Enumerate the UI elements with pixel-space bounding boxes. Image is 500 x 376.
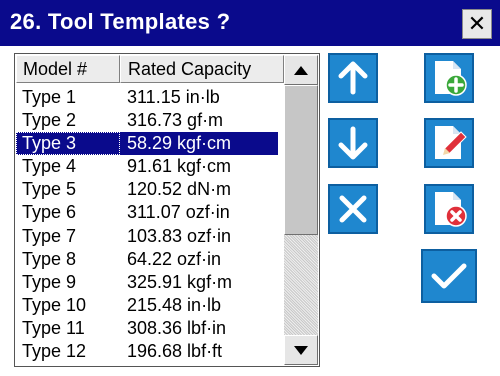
- scroll-down-arrow-icon: [294, 345, 308, 355]
- capacity-cell: 215.48 in·lb: [127, 294, 222, 315]
- model-cell: Type 7: [22, 225, 77, 246]
- model-cell: Type 11: [22, 317, 85, 338]
- capacity-cell: 311.15 in·lb: [127, 87, 220, 107]
- table-row[interactable]: Type 4 91.61 kgf·cm: [16, 155, 284, 178]
- window-title: 26. Tool Templates ?: [10, 9, 231, 34]
- document-edit-icon: [435, 126, 467, 159]
- list-header: Model # Rated Capacity: [16, 55, 284, 83]
- model-cell: Type 8: [22, 248, 77, 269]
- tool-templates-list[interactable]: Model # Rated Capacity Type 1 311.15 in·l…: [14, 53, 320, 367]
- add-template-button[interactable]: [424, 53, 474, 103]
- column-header-rated-capacity[interactable]: Rated Capacity: [120, 55, 284, 83]
- move-up-button[interactable]: [328, 53, 378, 103]
- capacity-cell: 325.91 kgf·m: [127, 271, 233, 292]
- model-cell: Type 10: [22, 294, 87, 315]
- table-row[interactable]: Type 8 64.22 ozf·in: [16, 248, 284, 271]
- list-rows: Type 1 311.15 in·lb Type 2 316.73 gf·m Type …: [16, 86, 284, 363]
- move-down-button[interactable]: [328, 118, 378, 168]
- remove-template-button[interactable]: [424, 184, 474, 234]
- capacity-cell: 120.52 dN·m: [127, 179, 232, 200]
- model-cell: Type 2: [22, 110, 77, 131]
- capacity-cell: 316.73 gf·m: [127, 110, 224, 131]
- table-row[interactable]: Type 12 196.68 lbf·ft: [16, 340, 284, 363]
- model-cell: Type 1: [22, 87, 77, 107]
- vertical-scrollbar[interactable]: [284, 55, 318, 365]
- scroll-up-arrow-icon: [294, 65, 308, 75]
- model-cell: Type 3: [16, 132, 120, 156]
- capacity-cell: 311.07 ozf·in: [127, 202, 230, 223]
- table-row[interactable]: Type 3 58.29 kgf·cm: [16, 132, 284, 156]
- table-row[interactable]: Type 10 215.48 in·lb: [16, 294, 284, 317]
- scroll-down-button[interactable]: [284, 335, 318, 365]
- delete-button[interactable]: [328, 184, 378, 234]
- close-icon: ✕: [467, 11, 487, 36]
- column-header-model[interactable]: Model #: [16, 55, 120, 83]
- model-cell: Type 6: [22, 202, 77, 223]
- checkmark-icon: [431, 263, 467, 289]
- capacity-cell: 64.22 ozf·in: [127, 248, 222, 269]
- table-row[interactable]: Type 9 325.91 kgf·m: [16, 271, 284, 294]
- scroll-up-button[interactable]: [284, 55, 318, 85]
- close-button[interactable]: ✕: [462, 9, 492, 39]
- table-row[interactable]: Type 2 316.73 gf·m: [16, 109, 284, 132]
- table-row[interactable]: Type 6 311.07 ozf·in: [16, 201, 284, 224]
- table-row[interactable]: Type 11 308.36 lbf·in: [16, 317, 284, 340]
- capacity-cell: 103.83 ozf·in: [127, 225, 232, 246]
- arrow-down-icon: [338, 126, 368, 160]
- table-row[interactable]: Type 1 311.15 in·lb: [16, 86, 284, 109]
- arrow-up-icon: [338, 61, 368, 95]
- document-remove-icon: [435, 192, 467, 227]
- table-row[interactable]: Type 7 103.83 ozf·in: [16, 225, 284, 248]
- capacity-cell: 196.68 lbf·ft: [127, 341, 223, 362]
- x-icon: [339, 195, 367, 223]
- document-add-icon: [435, 61, 467, 96]
- capacity-cell: 308.36 lbf·in: [127, 317, 227, 338]
- edit-template-button[interactable]: [424, 118, 474, 168]
- scroll-thumb[interactable]: [284, 85, 318, 235]
- title-bar: 26. Tool Templates ? ✕: [0, 0, 500, 46]
- model-cell: Type 4: [22, 156, 77, 177]
- model-cell: Type 5: [22, 179, 77, 200]
- confirm-button[interactable]: [421, 249, 477, 303]
- model-cell: Type 12: [22, 341, 87, 362]
- model-cell: Type 9: [22, 271, 77, 292]
- capacity-cell: 58.29 kgf·cm: [120, 132, 278, 156]
- table-row[interactable]: Type 5 120.52 dN·m: [16, 178, 284, 201]
- capacity-cell: 91.61 kgf·cm: [127, 156, 232, 177]
